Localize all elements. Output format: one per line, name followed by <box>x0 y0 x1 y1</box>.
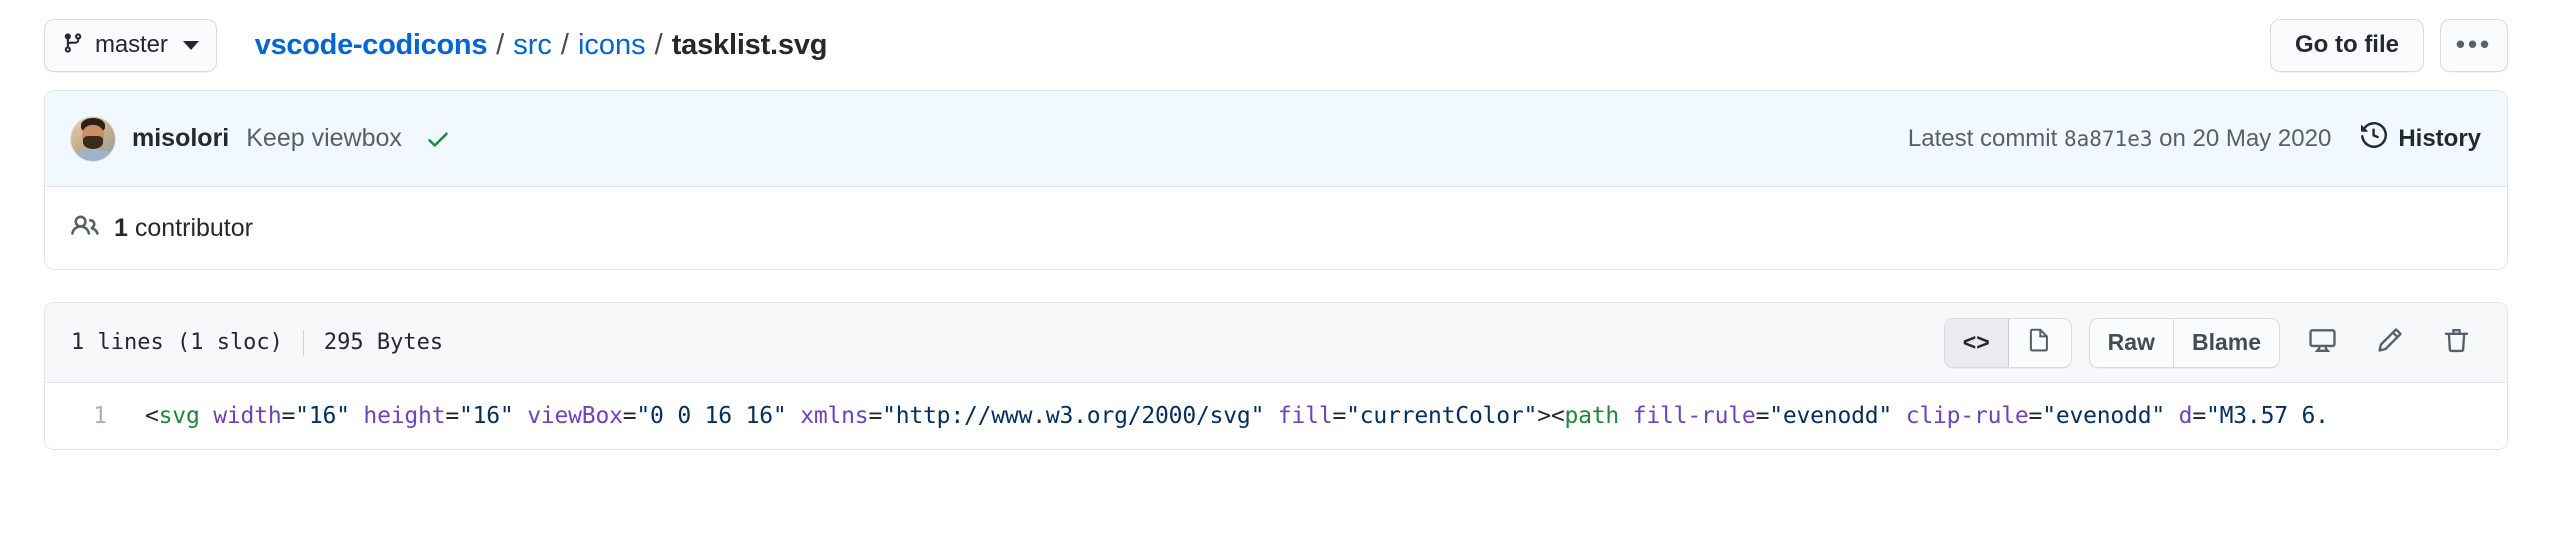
code-token-str: "M3.57 6. <box>2205 403 2329 429</box>
code-token-attr: viewBox <box>527 403 623 429</box>
commit-row: misolori Keep viewbox Latest commit 8a87… <box>45 91 2507 187</box>
latest-commit-box: misolori Keep viewbox Latest commit 8a87… <box>44 90 2508 270</box>
blob-header: 1 lines (1 sloc) 295 Bytes <> Raw Blame <box>45 303 2507 383</box>
more-options-button[interactable]: ••• <box>2440 18 2508 72</box>
history-link[interactable]: History <box>2361 121 2481 155</box>
code-token-punct: = <box>622 403 637 429</box>
commit-meta-group: Latest commit 8a871e3 on 20 May 2020 His… <box>1908 121 2481 155</box>
commit-message-link[interactable]: Keep viewbox <box>246 124 402 153</box>
pencil-edit-icon <box>2375 326 2404 360</box>
blob-file-size: 295 Bytes <box>323 330 444 355</box>
commit-author-link[interactable]: misolori <box>132 124 229 153</box>
avatar[interactable] <box>71 116 115 161</box>
code-token-str: "16" <box>458 403 514 429</box>
blob-meta: 1 lines (1 sloc) 295 Bytes <box>71 329 1944 356</box>
line-number[interactable]: 1 <box>45 403 127 429</box>
check-icon <box>425 126 451 152</box>
code-token-punct <box>200 403 214 429</box>
commit-sha[interactable]: 8a871e3 <box>2064 127 2153 151</box>
blob-lines-info: 1 lines (1 sloc) <box>71 330 283 355</box>
blame-button[interactable]: Blame <box>2173 318 2279 367</box>
code-token-punct <box>1892 403 1906 429</box>
code-token-attr: width <box>213 403 282 429</box>
code-token-str: "currentColor" <box>1346 403 1538 429</box>
code-token-attr: clip-rule <box>1905 403 2029 429</box>
code-token-punct: = <box>1755 403 1770 429</box>
people-icon <box>71 212 99 245</box>
contributors-row[interactable]: 1 contributor <box>45 187 2507 269</box>
raw-button[interactable]: Raw <box>2089 318 2174 367</box>
file-blob-box: 1 lines (1 sloc) 295 Bytes <> Raw Blame … <box>44 302 2508 450</box>
contributor-label: contributor <box>134 213 253 242</box>
code-token-attr: xmlns <box>800 403 869 429</box>
blob-actions: <> Raw Blame <box>1943 317 2481 368</box>
code-viewer: 1 <svg width="16" height="16" viewBox="0… <box>45 383 2507 449</box>
code-token-tag: svg <box>158 403 200 429</box>
history-label: History <box>2398 124 2481 152</box>
breadcrumb: vscode-codicons / src / icons / tasklist… <box>255 29 2270 62</box>
latest-commit-text: Latest commit 8a871e3 on 20 May 2020 <box>1908 125 2331 153</box>
code-token-punct: = <box>445 403 459 429</box>
file-topbar: master vscode-codicons / src / icons / t… <box>0 0 2552 90</box>
breadcrumb-repo-link[interactable]: vscode-codicons <box>255 29 488 62</box>
history-clock-icon <box>2361 121 2388 155</box>
go-to-file-button[interactable]: Go to file <box>2270 18 2424 72</box>
code-token-str: "evenodd" <box>2042 403 2166 429</box>
open-in-desktop-button[interactable] <box>2297 319 2347 367</box>
code-token-str: "0 0 16 16" <box>636 403 787 429</box>
code-token-punct: < <box>145 403 159 429</box>
code-token-punct <box>787 403 801 429</box>
code-token-punct: = <box>868 403 883 429</box>
code-token-punct <box>1619 403 1633 429</box>
breadcrumb-separator-3: / <box>654 28 663 61</box>
code-token-punct <box>350 403 364 429</box>
code-token-punct: = <box>1332 403 1347 429</box>
code-token-punct: = <box>281 403 296 429</box>
latest-commit-prefix: Latest commit <box>1907 124 2058 152</box>
chevron-down-icon <box>182 40 199 50</box>
trash-delete-icon <box>2442 326 2471 360</box>
git-branch-icon <box>62 31 84 60</box>
code-token-str: "evenodd" <box>1769 403 1893 429</box>
commit-date-prefix: on <box>2159 124 2186 152</box>
branch-name-label: master <box>95 31 168 58</box>
code-token-punct <box>1264 403 1278 429</box>
contributor-count: 1 <box>114 213 128 242</box>
breadcrumb-separator-1: / <box>496 28 505 61</box>
breadcrumb-dir-src[interactable]: src <box>513 29 552 62</box>
code-view-button[interactable]: <> <box>1944 318 2009 367</box>
breadcrumb-dir-icons[interactable]: icons <box>578 29 646 62</box>
blob-meta-divider <box>302 329 304 356</box>
preview-view-button[interactable] <box>2008 318 2071 367</box>
code-token-punct: = <box>2192 403 2206 429</box>
code-token-str: "16" <box>295 403 350 429</box>
commit-author-group: misolori Keep viewbox <box>71 116 1908 161</box>
view-mode-toggle-group: <> <box>1943 317 2072 368</box>
code-token-punct: >< <box>1537 403 1565 429</box>
breadcrumb-separator-2: / <box>560 28 569 61</box>
code-token-attr: height <box>363 403 446 429</box>
code-token-str: "http://www.w3.org/2000/svg" <box>882 403 1265 429</box>
breadcrumb-file-name: tasklist.svg <box>671 28 828 61</box>
open-in-desktop-icon <box>2308 326 2337 360</box>
code-token-punct <box>514 403 528 429</box>
contributor-count-text: 1 contributor <box>114 214 253 243</box>
code-token-punct <box>2165 403 2179 429</box>
topbar-actions: Go to file ••• <box>2270 18 2508 72</box>
raw-blame-group: Raw Blame <box>2088 317 2280 368</box>
branch-selector-button[interactable]: master <box>44 18 217 72</box>
edit-file-button[interactable] <box>2364 319 2414 367</box>
code-line-content[interactable]: <svg width="16" height="16" viewBox="0 0… <box>127 403 2329 429</box>
code-token-attr: fill <box>1277 403 1333 429</box>
code-token-attr: fill-rule <box>1632 403 1756 429</box>
code-token-tag: path <box>1564 403 1620 429</box>
commit-date: 20 May 2020 <box>2192 124 2332 152</box>
github-file-view: master vscode-codicons / src / icons / t… <box>0 0 2552 558</box>
delete-file-button[interactable] <box>2431 319 2481 367</box>
file-preview-icon <box>2027 327 2052 358</box>
code-token-punct: = <box>2028 403 2043 429</box>
code-token-attr: d <box>2178 403 2193 429</box>
